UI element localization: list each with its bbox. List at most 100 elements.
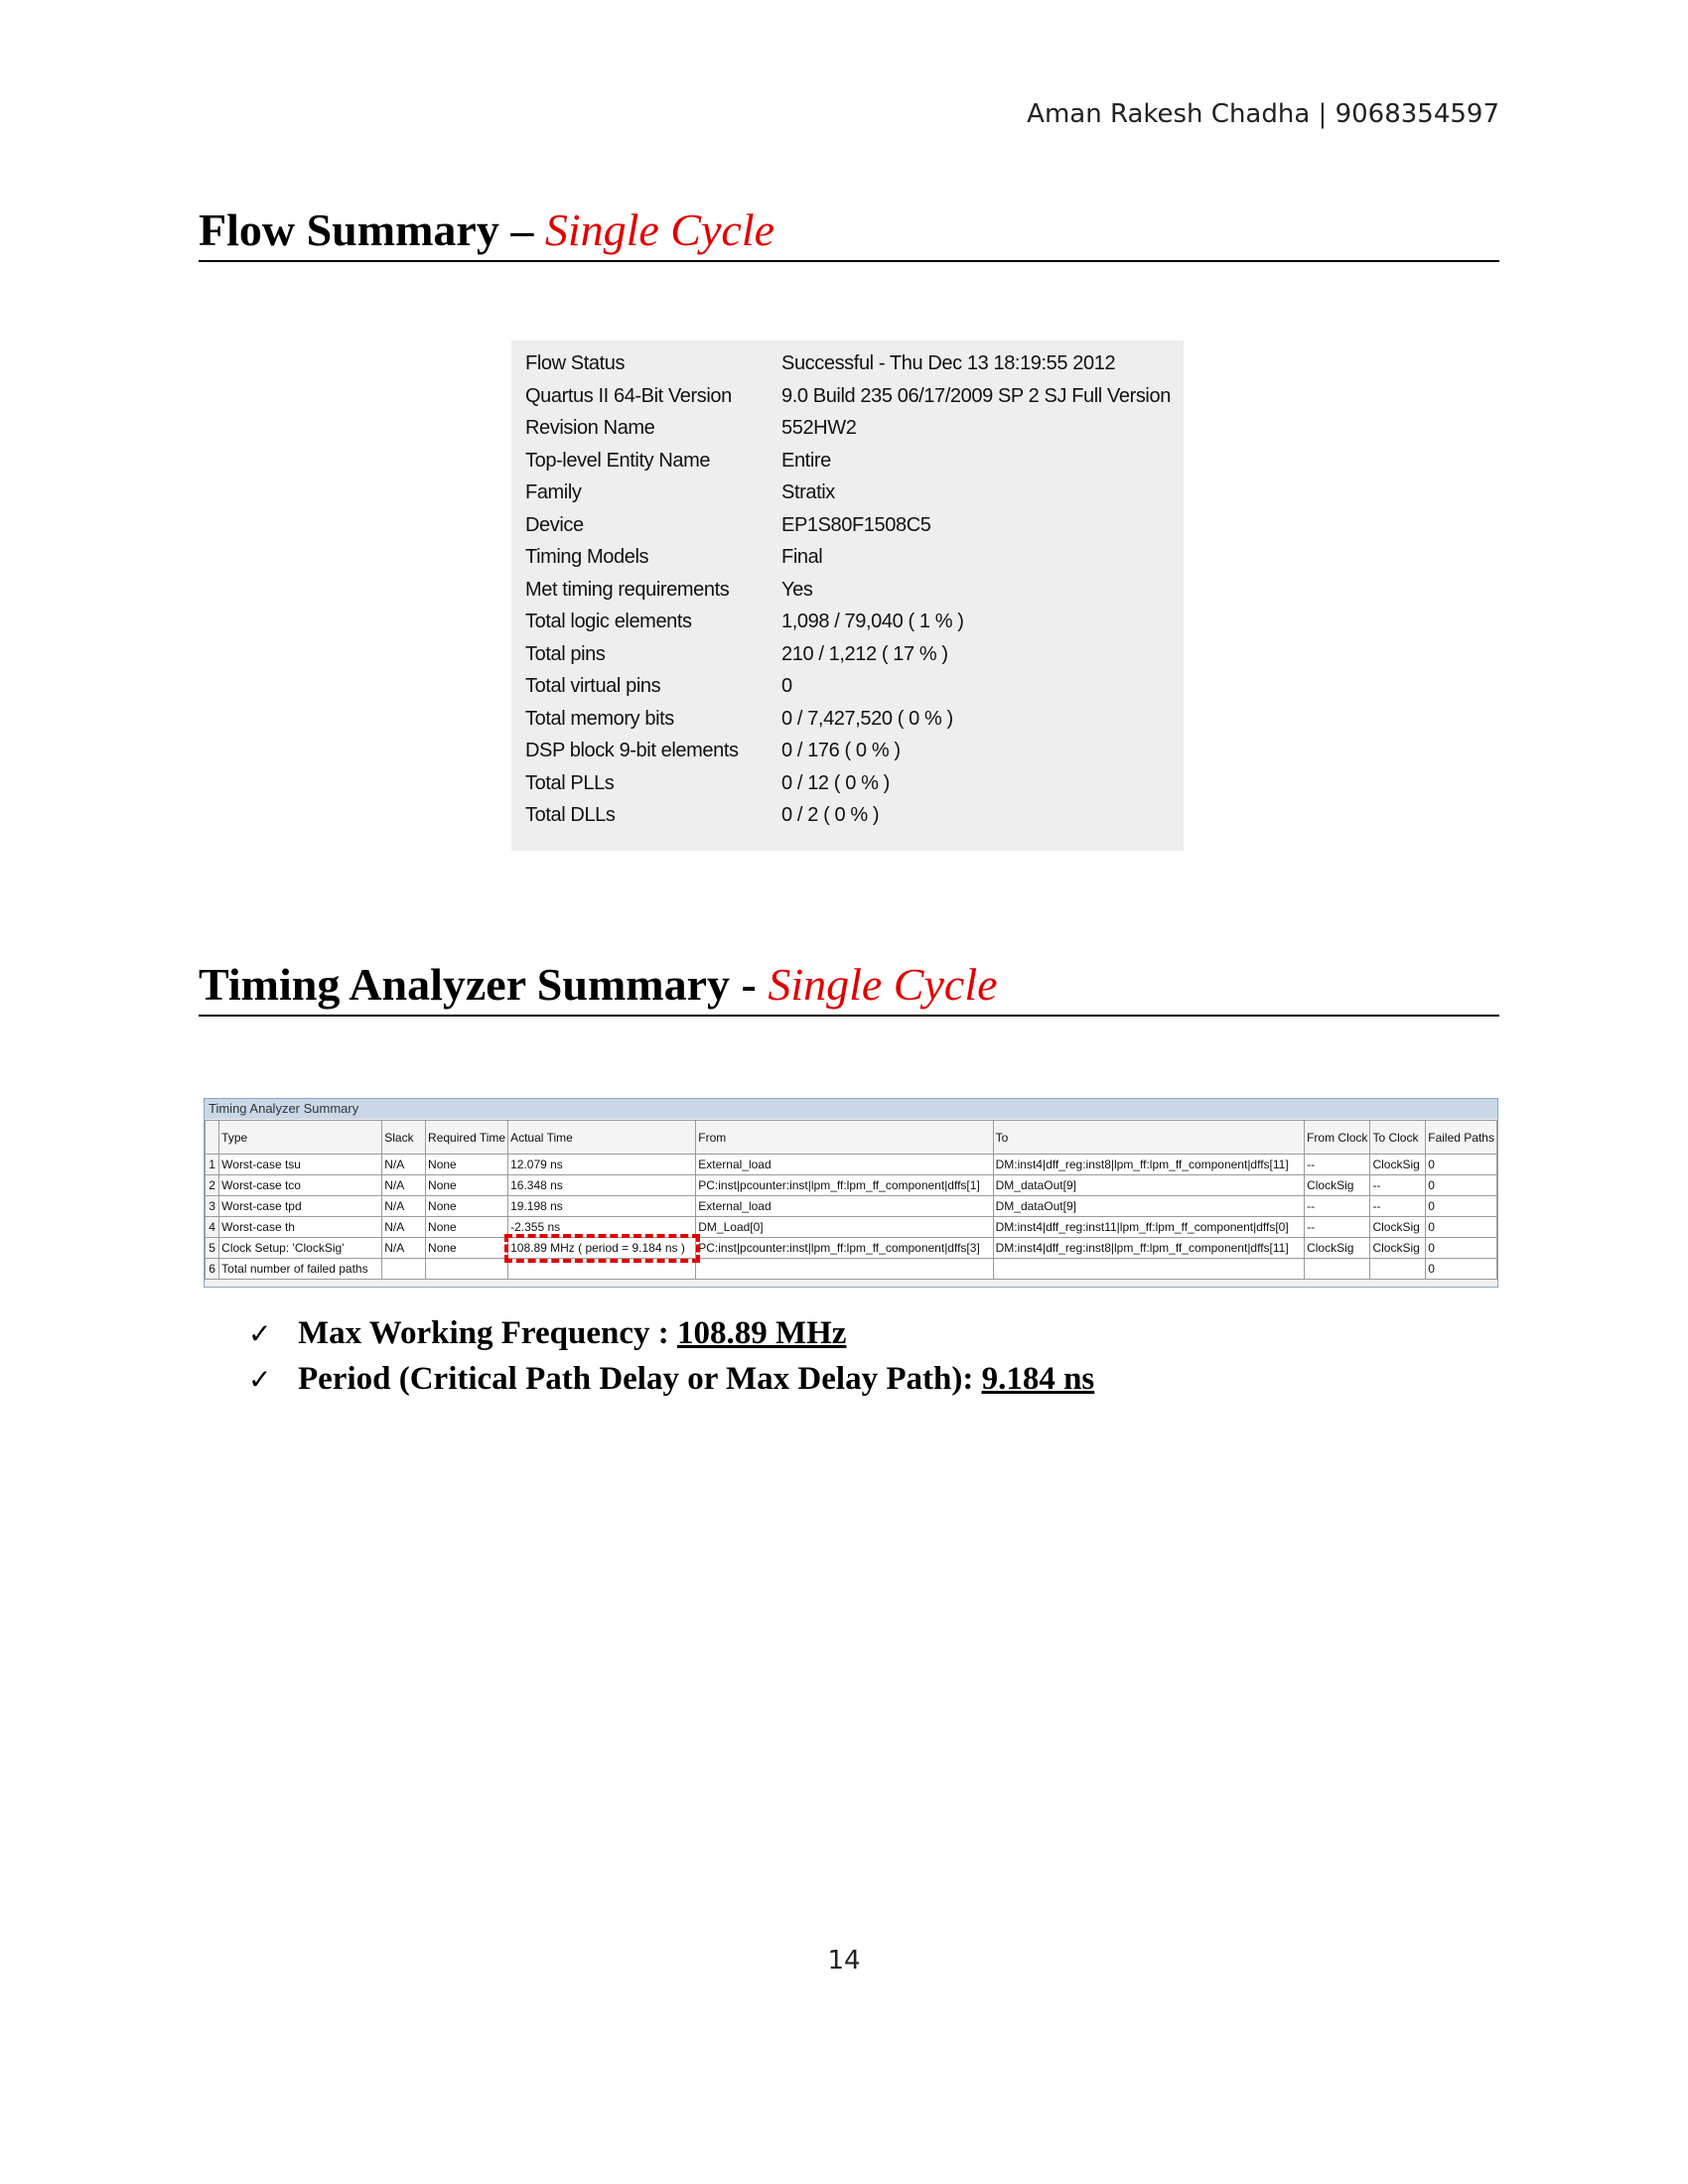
table-cell: Worst-case th — [218, 1216, 383, 1238]
flow-summary-value: Entire — [781, 449, 831, 472]
flow-summary-label: Total logic elements — [525, 611, 692, 632]
timing-column-header[interactable]: To — [992, 1120, 1306, 1155]
table-cell: N/A — [381, 1216, 427, 1238]
table-cell: N/A — [381, 1195, 427, 1217]
flow-summary-value: 0 / 7,427,520 ( 0 % ) — [781, 707, 953, 730]
table-cell: None — [425, 1195, 509, 1217]
table-cell: ClockSig — [1369, 1237, 1427, 1259]
table-cell — [425, 1258, 509, 1280]
flow-summary-label: Timing Models — [525, 546, 649, 568]
flow-summary-value: EP1S80F1508C5 — [781, 513, 931, 536]
timing-column-header[interactable]: Type — [218, 1120, 383, 1155]
flow-summary-label: Total DLLs — [525, 804, 616, 826]
flow-summary-value: Final — [781, 546, 823, 568]
row-index: 4 — [204, 1216, 220, 1238]
table-cell — [1369, 1258, 1427, 1280]
header-author-line: Aman Rakesh Chadha | 9068354597 — [1027, 99, 1499, 129]
flow-summary-value: Successful - Thu Dec 13 18:19:55 2012 — [781, 352, 1116, 374]
table-cell: 0 — [1425, 1237, 1497, 1259]
table-cell: Worst-case tco — [218, 1174, 383, 1196]
row-index: 5 — [204, 1237, 220, 1259]
flow-summary-value: 0 / 2 ( 0 % ) — [781, 804, 880, 826]
row-index: 6 — [204, 1258, 220, 1280]
table-cell: N/A — [381, 1174, 427, 1196]
flow-summary-value: 0 / 176 ( 0 % ) — [781, 740, 901, 761]
timing-summary-title: Timing Analyzer Summary - Single Cycle — [199, 958, 1499, 1017]
row-index: 1 — [204, 1154, 220, 1175]
table-cell: -- — [1304, 1216, 1371, 1238]
table-cell: -- — [1304, 1195, 1371, 1217]
row-index: 3 — [204, 1195, 220, 1217]
checkmark-icon: ✓ — [248, 1317, 272, 1350]
table-cell: External_load — [695, 1195, 994, 1217]
bullet-label: Max Working Frequency : — [298, 1315, 677, 1351]
flow-summary-label: Met timing requirements — [525, 578, 730, 601]
table-cell: None — [425, 1237, 509, 1259]
table-cell: Total number of failed paths — [218, 1258, 383, 1280]
table-cell: Clock Setup: 'ClockSig' — [218, 1237, 383, 1259]
flow-summary-label: Top-level Entity Name — [525, 449, 711, 472]
table-cell — [381, 1258, 427, 1280]
table-cell — [992, 1258, 1306, 1280]
table-cell: ClockSig — [1369, 1154, 1427, 1175]
result-bullet: ✓ Max Working Frequency : 108.89 MHz — [248, 1315, 1094, 1361]
table-cell: DM_dataOut[9] — [992, 1195, 1306, 1217]
timing-column-header[interactable]: Required Time — [425, 1120, 509, 1155]
flow-summary-label: Revision Name — [525, 417, 655, 439]
table-cell: None — [425, 1154, 509, 1175]
table-cell: DM:inst4|dff_reg:inst8|lpm_ff:lpm_ff_com… — [992, 1237, 1306, 1259]
table-cell: -- — [1304, 1154, 1371, 1175]
flow-summary-label: Total pins — [525, 642, 606, 665]
result-bullet: ✓ Period (Critical Path Delay or Max Dela… — [248, 1361, 1094, 1407]
table-cell: 12.079 ns — [507, 1154, 697, 1175]
flow-summary-label: Family — [525, 481, 582, 503]
flow-summary-label: DSP block 9-bit elements — [525, 740, 739, 761]
flow-summary-value: 552HW2 — [781, 417, 857, 439]
timing-column-header[interactable] — [204, 1120, 220, 1155]
page-number: 14 — [827, 1946, 861, 1976]
table-row[interactable]: 1 Worst-case tsu N/A None 12.079 ns External_… — [204, 1154, 1497, 1175]
timing-column-header[interactable]: Failed Paths — [1425, 1120, 1497, 1155]
table-cell: PC:inst|pcounter:inst|lpm_ff:lpm_ff_comp… — [695, 1174, 994, 1196]
table-cell: -2.355 ns — [507, 1216, 697, 1238]
table-row[interactable]: 2 Worst-case tco N/A None 16.348 ns PC:inst|p… — [204, 1174, 1497, 1196]
timing-analyzer-table: Type Slack Required Time Actual Time From To F… — [204, 1120, 1497, 1280]
flow-summary-label: Device — [525, 513, 584, 536]
bullet-value: 9.184 ns — [981, 1361, 1095, 1397]
bullet-label: Period (Critical Path Delay or Max Delay… — [298, 1361, 982, 1397]
table-row[interactable]: 3 Worst-case tpd N/A None 19.198 ns External_… — [204, 1195, 1497, 1217]
flow-title-accent: Single Cycle — [544, 205, 775, 255]
timing-column-header[interactable]: Actual Time — [507, 1120, 697, 1155]
table-cell — [507, 1258, 697, 1280]
table-row[interactable]: 4 Worst-case th N/A None -2.355 ns DM_Load[0]… — [204, 1216, 1497, 1238]
flow-summary-value: 0 / 12 ( 0 % ) — [781, 771, 890, 794]
result-bullets: ✓ Max Working Frequency : 108.89 MHz ✓ Peri… — [248, 1315, 1094, 1407]
timing-column-header[interactable]: From Clock — [1304, 1120, 1371, 1155]
timing-column-header[interactable]: Slack — [381, 1120, 427, 1155]
table-cell: PC:inst|pcounter:inst|lpm_ff:lpm_ff_comp… — [695, 1237, 994, 1259]
table-cell: Worst-case tsu — [218, 1154, 383, 1175]
table-cell: DM:inst4|dff_reg:inst11|lpm_ff:lpm_ff_co… — [992, 1216, 1306, 1238]
checkmark-icon: ✓ — [248, 1363, 272, 1396]
row-index: 2 — [204, 1174, 220, 1196]
table-cell: None — [425, 1174, 509, 1196]
table-cell — [695, 1258, 994, 1280]
flow-summary-label: Quartus II 64-Bit Version — [525, 384, 732, 407]
table-cell: 0 — [1425, 1195, 1497, 1217]
timing-title-prefix: Timing Analyzer Summary - — [199, 959, 769, 1010]
flow-title-prefix: Flow Summary – — [199, 205, 545, 255]
timing-column-header[interactable]: From — [695, 1120, 994, 1155]
table-cell: 0 — [1425, 1174, 1497, 1196]
table-cell: DM_Load[0] — [695, 1216, 994, 1238]
table-row[interactable]: 6 Total number of failed paths 0 — [204, 1258, 1497, 1280]
timing-title-accent: Single Cycle — [768, 959, 998, 1010]
flow-summary-label: Flow Status — [525, 352, 626, 374]
flow-summary-value: 9.0 Build 235 06/17/2009 SP 2 SJ Full Ve… — [781, 384, 1171, 407]
table-cell: 108.89 MHz ( period = 9.184 ns ) — [503, 1233, 700, 1263]
table-row[interactable]: 5 Clock Setup: 'ClockSig' N/A None 108.89 MH… — [204, 1233, 1497, 1263]
flow-summary-label: Total PLLs — [525, 771, 615, 794]
table-cell: None — [425, 1216, 509, 1238]
flow-summary-value: 1,098 / 79,040 ( 1 % ) — [781, 611, 964, 632]
timing-column-header[interactable]: To Clock — [1369, 1120, 1427, 1155]
flow-summary-value: 210 / 1,212 ( 17 % ) — [781, 642, 948, 665]
